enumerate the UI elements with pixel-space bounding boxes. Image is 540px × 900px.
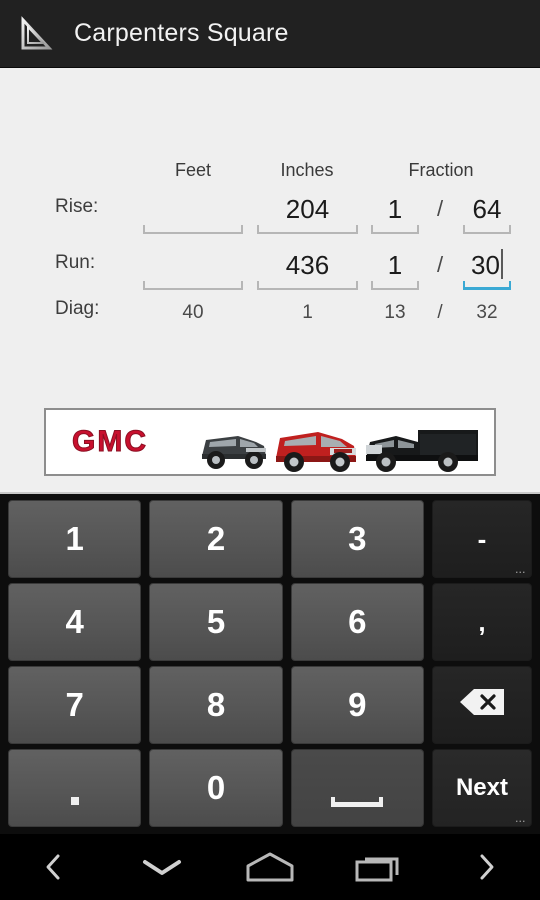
key-9[interactable]: 9 (290, 666, 424, 744)
diag-denominator-value: 32 (476, 302, 498, 323)
page-title: Carpenters Square (74, 19, 289, 47)
text-cursor (500, 249, 503, 279)
diag-feet-value: 40 (182, 302, 204, 323)
underline (257, 225, 358, 234)
row-diagonal: Diag: 40 1 13 / 32 (0, 298, 540, 330)
nav-back-chevron-icon[interactable] (0, 852, 108, 882)
backspace-icon (458, 687, 506, 724)
key-5[interactable]: 5 (149, 583, 283, 661)
underline (371, 281, 419, 290)
rise-inches-input[interactable]: 204 (257, 192, 358, 234)
slash-label: / (436, 196, 444, 221)
key-2[interactable]: 2 (149, 500, 283, 578)
system-navigation-bar (0, 834, 540, 900)
key-minus-label: - (477, 523, 487, 554)
run-inches-input[interactable]: 436 (257, 248, 358, 290)
key-3[interactable]: 3 (290, 500, 424, 578)
column-header-feet: Feet (174, 160, 212, 180)
ad-vehicles-image (190, 412, 490, 474)
run-inches-value: 436 (285, 250, 330, 280)
key-8[interactable]: 8 (149, 666, 283, 744)
key-comma[interactable]: , (431, 583, 532, 661)
key-4[interactable]: 4 (8, 583, 142, 661)
key-space[interactable] (290, 749, 424, 827)
run-fraction-slash: / (425, 248, 455, 290)
nav-forward-chevron-icon[interactable] (432, 852, 540, 882)
keyboard-row: 1 2 3 - ... (4, 500, 536, 578)
row-run: Run: 436 1 / 30 (0, 248, 540, 304)
period-glyph (70, 797, 79, 805)
diag-inches-value: 1 (302, 302, 313, 323)
run-denominator-value: 30 (471, 250, 500, 280)
slash-label: / (436, 252, 444, 277)
key-period[interactable] (8, 749, 142, 827)
column-header-inches: Inches (280, 160, 334, 180)
key-backspace[interactable] (431, 666, 532, 744)
key-0[interactable]: 0 (149, 749, 283, 827)
nav-hide-keyboard-icon[interactable] (108, 854, 216, 880)
keyboard-row: 0 Next ... (4, 749, 536, 827)
run-fraction-numerator-input[interactable]: 1 (371, 248, 419, 290)
rise-fraction-denominator-input[interactable]: 64 (463, 192, 511, 234)
row-label-rise: Rise: (55, 196, 99, 217)
rise-denominator-value: 64 (472, 194, 502, 224)
key-minus-hint: ... (515, 565, 526, 575)
nav-home-icon[interactable] (216, 850, 324, 884)
run-feet-input[interactable] (143, 248, 243, 290)
diag-numerator-value: 13 (384, 302, 406, 323)
underline (371, 225, 419, 234)
gmc-logo: GMC (72, 425, 148, 459)
row-label-run: Run: (55, 252, 96, 273)
keyboard-row: 7 8 9 (4, 666, 536, 744)
key-1[interactable]: 1 (8, 500, 142, 578)
key-7[interactable]: 7 (8, 666, 142, 744)
nav-recents-icon[interactable] (324, 850, 432, 884)
rise-inches-value: 204 (285, 194, 330, 224)
column-header-fraction: Fraction (408, 160, 474, 180)
diag-slash-label: / (437, 302, 443, 323)
column-headers: Feet Inches Fraction (0, 160, 540, 186)
underline (143, 281, 243, 290)
carpenters-square-icon (16, 14, 56, 54)
spacebar-icon (331, 797, 384, 807)
row-rise: Rise: 204 1 / 64 (0, 192, 540, 248)
key-next-label: Next (455, 774, 508, 801)
underline (143, 225, 243, 234)
numeric-keyboard: 1 2 3 - ... 4 5 6 , 7 8 9 0 Next ... (0, 492, 540, 834)
run-fraction-denominator-input[interactable]: 30 (463, 248, 511, 290)
keyboard-row: 4 5 6 , (4, 583, 536, 661)
key-6[interactable]: 6 (290, 583, 424, 661)
key-comma-label: , (478, 606, 486, 637)
run-numerator-value: 1 (387, 250, 403, 280)
key-minus[interactable]: - ... (431, 500, 532, 578)
underline-focused (463, 281, 511, 290)
app-bar: Carpenters Square (0, 0, 540, 68)
underline (257, 281, 358, 290)
key-next-hint: ... (515, 814, 526, 824)
key-next[interactable]: Next ... (431, 749, 532, 827)
rise-feet-input[interactable] (143, 192, 243, 234)
rise-fraction-numerator-input[interactable]: 1 (371, 192, 419, 234)
ad-banner[interactable]: GMC (44, 408, 496, 476)
underline (463, 225, 511, 234)
rise-numerator-value: 1 (387, 194, 403, 224)
row-label-diag: Diag: (55, 298, 100, 319)
rise-fraction-slash: / (425, 192, 455, 234)
